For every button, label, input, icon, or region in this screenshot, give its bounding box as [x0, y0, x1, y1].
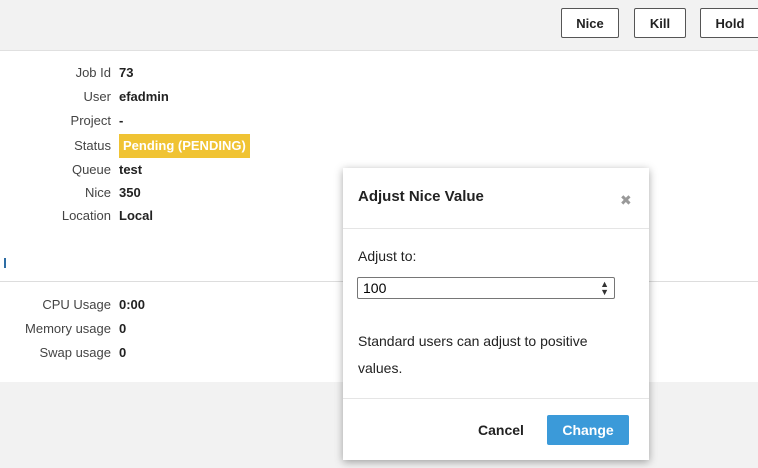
usage-row-cpu: CPU Usage 0:00 [0, 294, 400, 316]
usage-label: Memory usage [25, 321, 111, 336]
cpu-usage-value: 0:00 [119, 297, 146, 312]
detail-label: Status [74, 138, 111, 153]
nice-value-input[interactable]: 100 ▲ ▼ [357, 277, 615, 299]
detail-label: Nice [84, 185, 111, 200]
usage-label: CPU Usage [42, 297, 111, 312]
detail-row-user: User efadmin [0, 86, 400, 108]
detail-label: Queue [71, 162, 111, 177]
job-detail-page: Nice Kill Hold Job Id 73 User efadmin Pr… [0, 0, 758, 468]
change-button[interactable]: Change [547, 415, 629, 445]
usage-row-swap: Swap usage 0 [0, 342, 400, 364]
dialog-header: Adjust Nice Value ✖ [343, 168, 649, 229]
hold-button[interactable]: Hold [700, 8, 758, 38]
detail-row-status: Status Pending (PENDING) [0, 134, 400, 158]
detail-label: User [83, 89, 111, 104]
nice-input-value: 100 [363, 280, 387, 296]
status-badge: Pending (PENDING) [119, 134, 250, 158]
swap-usage-value: 0 [119, 345, 127, 360]
job-id-value: 73 [119, 65, 134, 80]
action-toolbar: Nice Kill Hold [0, 0, 758, 51]
user-value: efadmin [119, 89, 169, 104]
detail-row-project: Project - [0, 110, 400, 132]
detail-label: Project [70, 113, 111, 128]
help-text: Standard users can adjust to positive va… [358, 333, 588, 376]
detail-label: Job Id [75, 65, 111, 80]
memory-usage-value: 0 [119, 321, 127, 336]
detail-label: Location [61, 208, 111, 223]
usage-label: Swap usage [39, 345, 111, 360]
dialog-title: Adjust Nice Value [358, 188, 484, 205]
spinner-arrows-icon[interactable]: ▲ ▼ [600, 280, 609, 297]
cancel-button[interactable]: Cancel [471, 415, 531, 445]
location-value: Local [119, 208, 153, 223]
usage-row-memory: Memory usage 0 [0, 318, 400, 340]
adjust-nice-dialog: Adjust Nice Value ✖ Adjust to: 100 ▲ ▼ St… [343, 168, 649, 460]
nice-button[interactable]: Nice [561, 8, 619, 38]
adjust-to-label: Adjust to: [358, 248, 417, 264]
queue-value: test [119, 162, 143, 177]
detail-row-job-id: Job Id 73 [0, 62, 400, 84]
nice-value: 350 [119, 185, 141, 200]
project-value: - [119, 113, 124, 128]
detail-row-nice: Nice 350 [0, 182, 400, 204]
detail-row-queue: Queue test [0, 159, 400, 181]
close-icon[interactable]: ✖ [620, 192, 632, 209]
scroll-indicator [4, 258, 6, 268]
detail-row-location: Location Local [0, 205, 400, 227]
dialog-footer: Cancel Change [343, 398, 649, 461]
kill-button[interactable]: Kill [634, 8, 686, 38]
